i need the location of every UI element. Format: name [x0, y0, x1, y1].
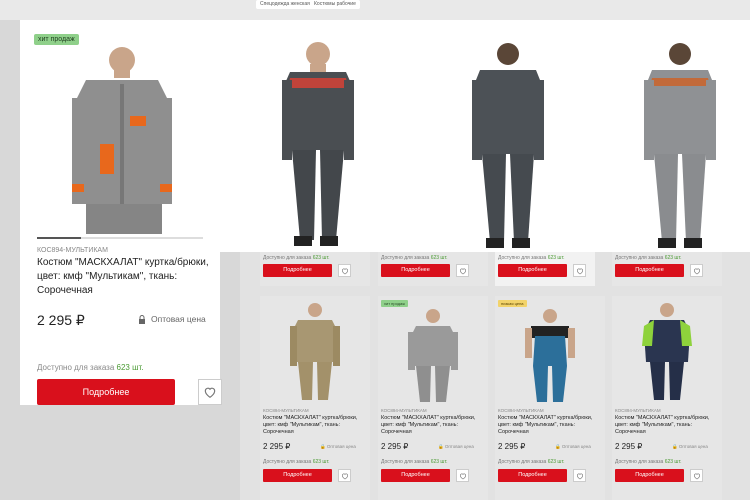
details-button[interactable]: Подробнее: [498, 264, 567, 277]
product-title[interactable]: Костюм "МАСКХАЛАТ" куртка/брюки, цвет: к…: [37, 256, 217, 298]
gray-orange-suit-image: [72, 47, 172, 234]
favorite-heart-icon[interactable]: [690, 469, 703, 482]
availability: Доступно для заказа 623 шт.: [498, 255, 565, 261]
favorite-heart-icon[interactable]: [456, 469, 469, 482]
gallery-indicator-active[interactable]: [37, 237, 81, 239]
product-card-gray-suit[interactable]: хит продаж КОС894-МУЛЬТИКАМ Костюм "МАСК…: [378, 296, 488, 500]
availability: Доступно для заказа 623 шт.: [615, 255, 682, 261]
featured-product-photo: [50, 34, 190, 234]
price: 2 295 ₽: [381, 442, 409, 451]
badge-hit: хит продаж: [381, 300, 408, 307]
sku: КОС894-МУЛЬТИКАМ: [615, 408, 661, 413]
details-button[interactable]: Подробнее: [381, 469, 450, 482]
product-card-3-footer: Доступно для заказа 623 шт. Подробнее: [495, 252, 595, 286]
availability: Доступно для заказа 623 шт.: [263, 459, 330, 465]
worker-suit-back-image: [472, 43, 544, 248]
details-button[interactable]: Подробнее: [615, 264, 684, 277]
product-title[interactable]: Костюм "МАСКХАЛАТ" куртка/брюки, цвет: к…: [615, 415, 719, 436]
details-button[interactable]: Подробнее: [498, 469, 567, 482]
details-button[interactable]: Подробнее: [615, 469, 684, 482]
product-card-2-footer: Доступно для заказа 623 шт. Подробнее: [378, 252, 488, 286]
sku: КОС894-МУЛЬТИКАМ: [498, 408, 544, 413]
product-photo-back-gray[interactable]: [594, 20, 750, 252]
price: 2 295 ₽: [498, 442, 526, 451]
sku: КОС894-МУЛЬТИКАМ: [263, 408, 309, 413]
navy-green-suit-image: [642, 303, 692, 400]
gray-suit-image: [408, 309, 458, 402]
price: 2 295 ₽: [263, 442, 291, 451]
badge-hit: хит продаж: [34, 34, 79, 45]
favorite-heart-icon[interactable]: [198, 379, 222, 405]
filter-chip-suits[interactable]: Костюмы рабочие: [310, 0, 360, 9]
blue-overalls-image: [525, 309, 575, 402]
worker-suit-image: [282, 42, 354, 246]
product-photo-back-dark[interactable]: [418, 20, 594, 252]
badge-low-price: низкая цена: [498, 300, 527, 307]
favorite-heart-icon[interactable]: [573, 264, 586, 277]
product-title[interactable]: Костюм "МАСКХАЛАТ" куртка/брюки, цвет: к…: [263, 415, 367, 436]
product-photo-front-gray[interactable]: [220, 20, 418, 252]
price: 2 295 ₽: [615, 442, 643, 451]
wholesale-price: Оптовая цена: [138, 314, 206, 324]
product-card-1-footer: Доступно для заказа 623 шт. Подробнее: [260, 252, 370, 286]
sku: КОС894-МУЛЬТИКАМ: [37, 247, 108, 254]
favorite-heart-icon[interactable]: [338, 264, 351, 277]
product-card-multicam[interactable]: КОС894-МУЛЬТИКАМ Костюм "МАСКХАЛАТ" курт…: [260, 296, 370, 500]
worker-suit-gray-back-image: [644, 43, 716, 248]
filter-chip-women[interactable]: Спецодежда женская: [256, 0, 314, 9]
details-button[interactable]: Подробнее: [263, 469, 332, 482]
product-title[interactable]: Костюм "МАСКХАЛАТ" куртка/брюки, цвет: к…: [498, 415, 602, 436]
availability: Доступно для заказа 623 шт.: [37, 363, 144, 372]
featured-product-card[interactable]: хит продаж КОС894-МУЛЬТИКАМ Костюм "МАСК…: [20, 20, 222, 405]
product-card-4-footer: Доступно для заказа 623 шт. Подробнее: [612, 252, 722, 286]
wholesale-price: 🔒 Оптовая цена: [320, 444, 356, 449]
product-photo: [260, 296, 370, 404]
product-card-blue-overalls[interactable]: низкая цена КОС894-МУЛЬТИКАМ Костюм "МАС…: [495, 296, 605, 500]
filter-bar: Спецодежда женская Костюмы рабочие: [0, 0, 750, 20]
wholesale-price: 🔒 Оптовая цена: [555, 444, 591, 449]
product-photo: [495, 308, 605, 404]
product-card-navy-green-suit[interactable]: КОС894-МУЛЬТИКАМ Костюм "МАСКХАЛАТ" курт…: [612, 296, 722, 500]
favorite-heart-icon[interactable]: [690, 264, 703, 277]
favorite-heart-icon[interactable]: [456, 264, 469, 277]
lock-icon: [139, 314, 145, 324]
product-title[interactable]: Костюм "МАСКХАЛАТ" куртка/брюки, цвет: к…: [381, 415, 485, 436]
sku: КОС894-МУЛЬТИКАМ: [381, 408, 427, 413]
availability: Доступно для заказа 623 шт.: [498, 459, 565, 465]
details-button[interactable]: Подробнее: [381, 264, 450, 277]
details-button[interactable]: Подробнее: [37, 379, 175, 405]
multicam-suit-image: [290, 303, 340, 400]
availability: Доступно для заказа 623 шт.: [381, 255, 448, 261]
availability: Доступно для заказа 623 шт.: [263, 255, 330, 261]
wholesale-price: 🔒 Оптовая цена: [438, 444, 474, 449]
product-photo: [612, 296, 722, 404]
product-photo: [378, 308, 488, 404]
favorite-heart-icon[interactable]: [338, 469, 351, 482]
availability: Доступно для заказа 623 шт.: [615, 459, 682, 465]
details-button[interactable]: Подробнее: [263, 264, 332, 277]
favorite-heart-icon[interactable]: [573, 469, 586, 482]
price: 2 295 ₽: [37, 312, 85, 328]
wholesale-price: 🔒 Оптовая цена: [672, 444, 708, 449]
availability: Доступно для заказа 623 шт.: [381, 459, 448, 465]
